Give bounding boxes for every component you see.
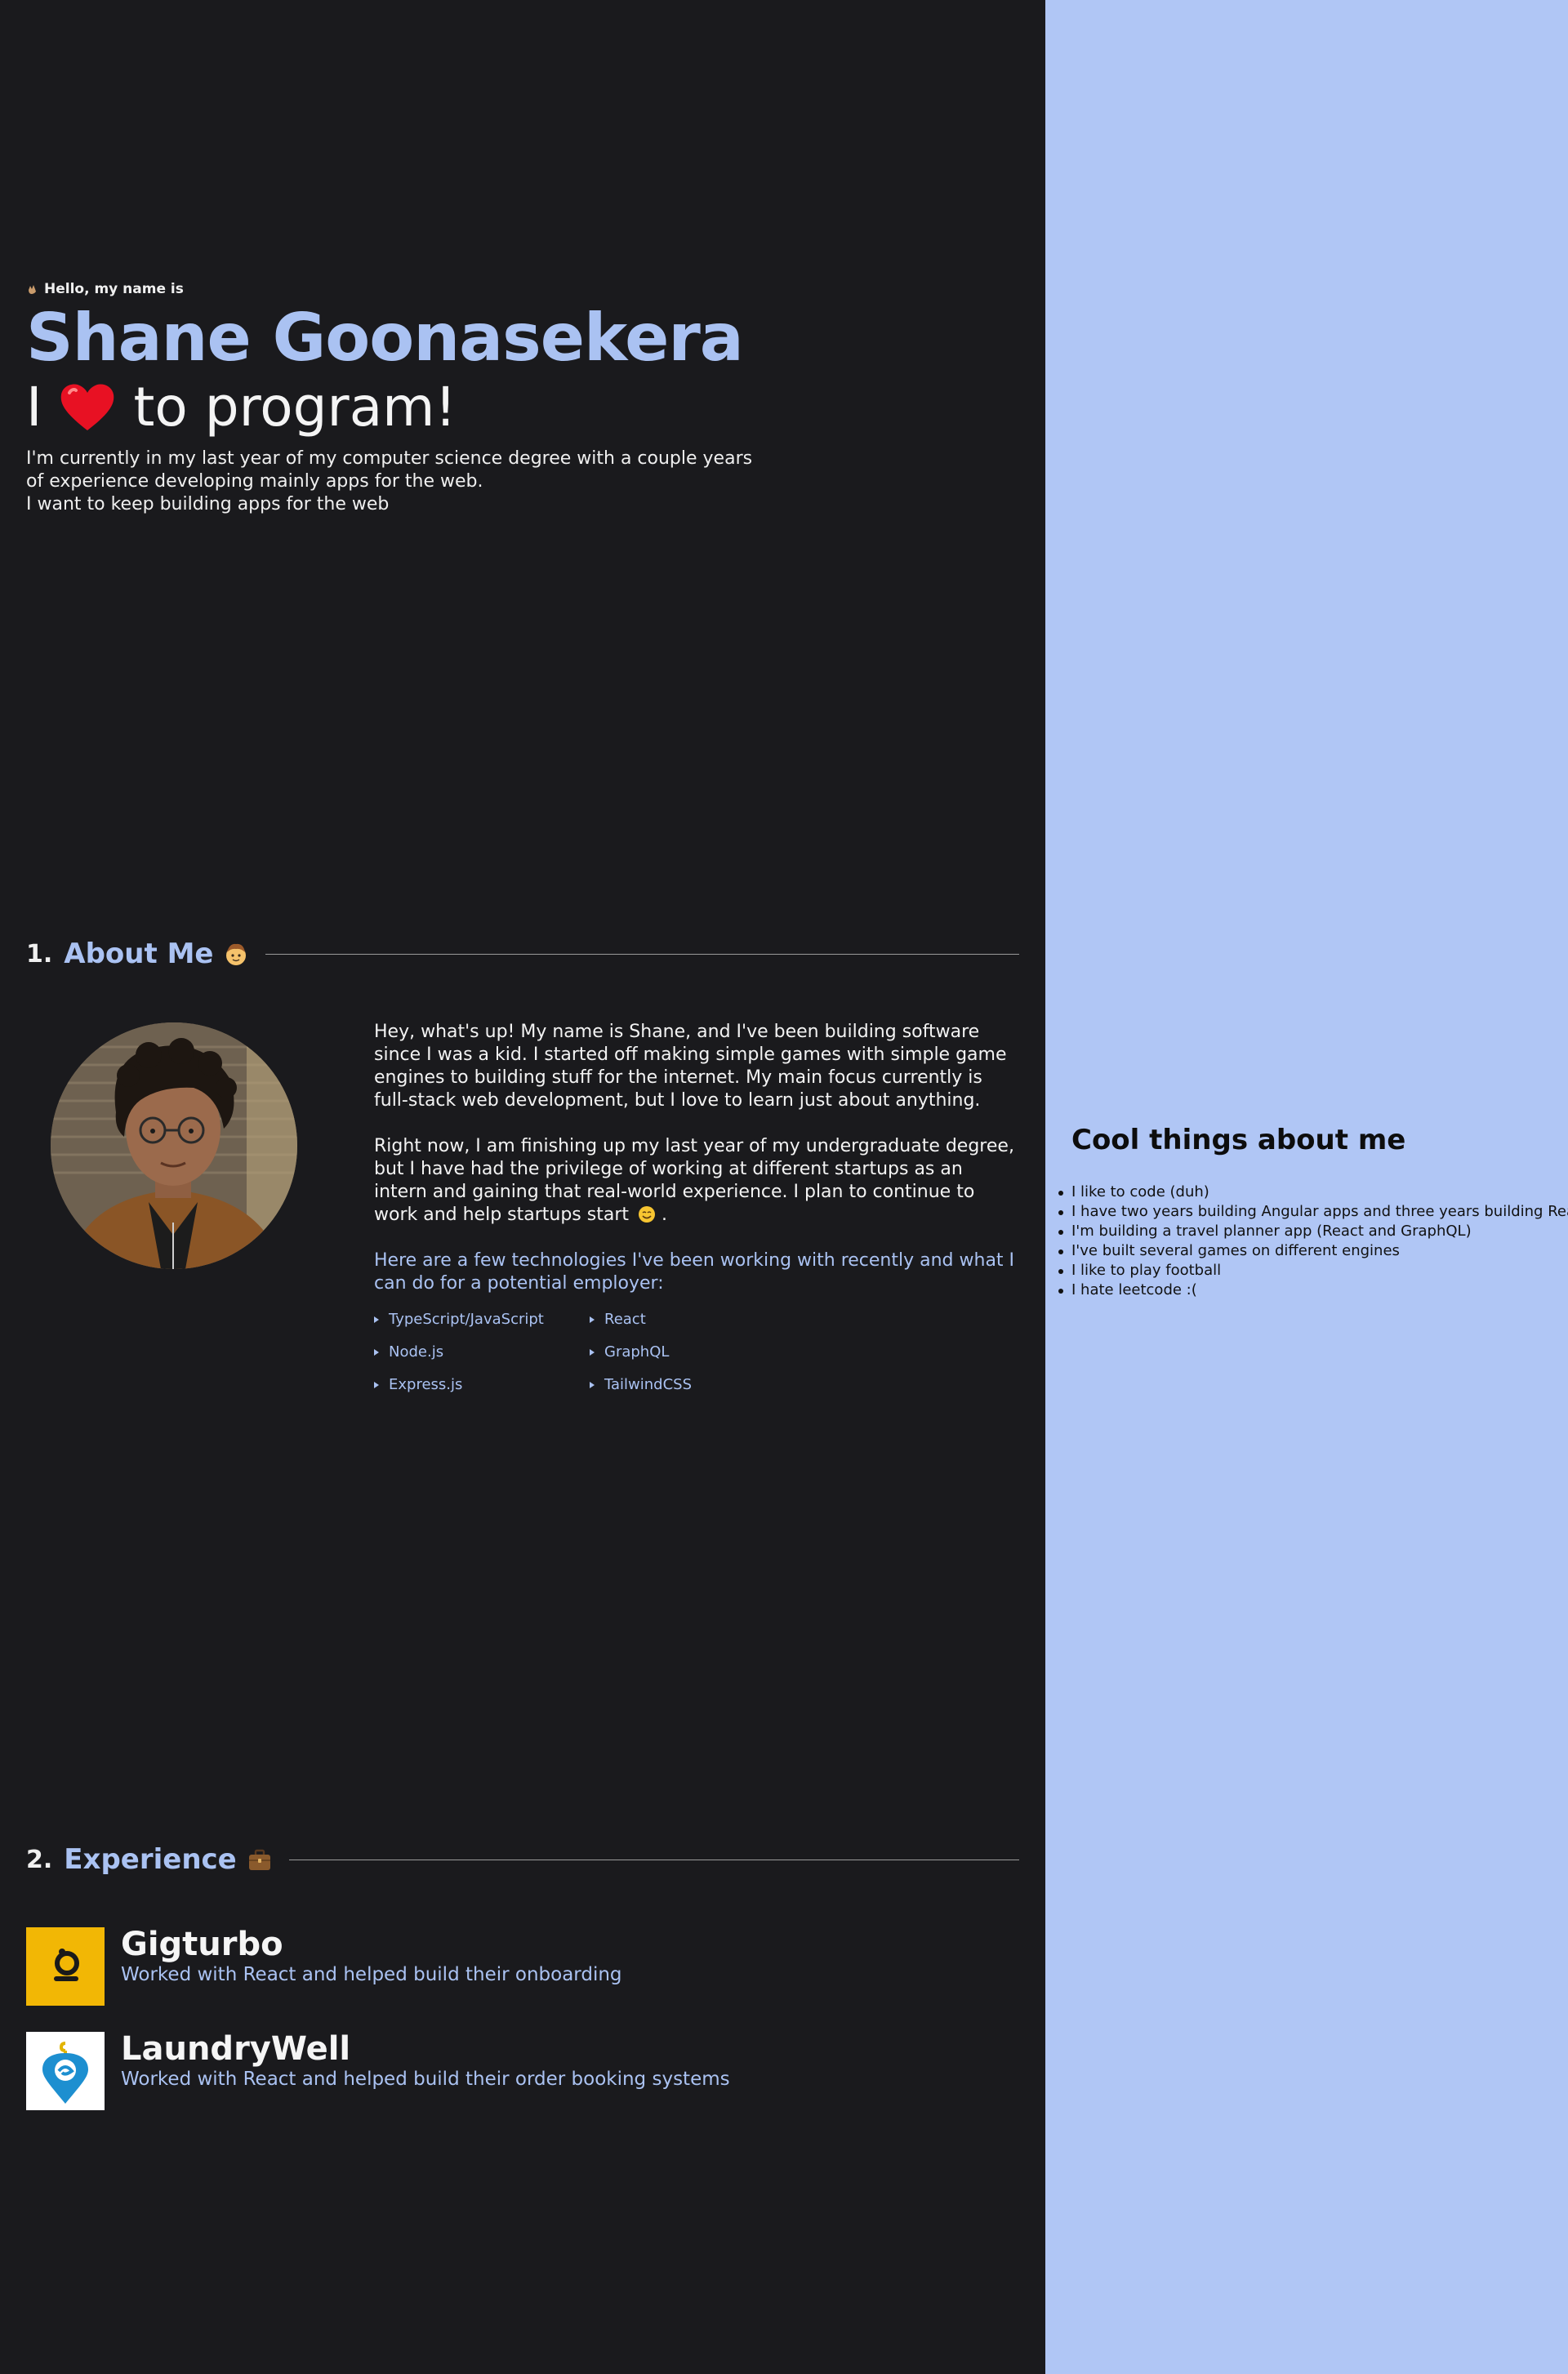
waving-hand-icon: [29, 285, 36, 294]
hero-section: Hello, my name is Shane Goonasekera I to…: [26, 281, 1006, 516]
sidebar-title: Cool things about me: [1071, 1124, 1406, 1156]
laundrywell-logo: [26, 2032, 105, 2110]
section-number: 2.: [26, 1845, 53, 1874]
triangle-bullet-icon: [590, 1316, 595, 1323]
tech-item: TypeScript/JavaScript: [374, 1310, 590, 1330]
about-paragraph-text: Right now, I am finishing up my last yea…: [374, 1136, 1014, 1225]
tech-label: React: [604, 1311, 646, 1328]
job-name: Gigturbo: [121, 1926, 283, 1963]
about-paragraph-2: Right now, I am finishing up my last yea…: [374, 1135, 1019, 1227]
job-info: LaundryWell Worked with React and helped…: [121, 2030, 730, 2091]
triangle-bullet-icon: [590, 1382, 595, 1388]
hero-intro: I'm currently in my last year of my comp…: [26, 448, 810, 516]
experience-header: 2. Experience: [26, 1843, 1019, 1876]
boy-face-icon: [226, 943, 247, 965]
portrait-image: [51, 1022, 297, 1269]
list-item: I hate leetcode :(: [1058, 1281, 1568, 1300]
tech-list: TypeScript/JavaScript React Node.js Grap…: [374, 1310, 1019, 1395]
smiling-face-icon: [639, 1206, 656, 1223]
about-header: 1. About Me: [26, 938, 1019, 970]
job-gigturbo: Gigturbo Worked with React and helped bu…: [26, 1926, 622, 2006]
greeting-text: Hello, my name is: [44, 281, 184, 297]
section-divider: [265, 953, 1019, 955]
tech-item: GraphQL: [590, 1343, 805, 1362]
sidebar: Cool things about me I like to code (duh…: [1045, 0, 1568, 2374]
hero-tagline: I to program!: [26, 376, 1006, 439]
section-title: About Me: [64, 938, 214, 970]
tech-label: Node.js: [389, 1343, 444, 1361]
job-description: Worked with React and helped build their…: [121, 1964, 622, 1985]
list-item: I've built several games on different en…: [1058, 1241, 1568, 1261]
triangle-bullet-icon: [374, 1316, 379, 1323]
about-text: Hey, what's up! My name is Shane, and I'…: [374, 1021, 1019, 1395]
job-info: Gigturbo Worked with React and helped bu…: [121, 1926, 622, 1986]
heart-icon: [61, 384, 114, 430]
list-item: I'm building a travel planner app (React…: [1058, 1222, 1568, 1241]
hero-name: Shane Goonasekera: [26, 300, 744, 376]
job-laundrywell: LaundryWell Worked with React and helped…: [26, 2030, 730, 2110]
job-name: LaundryWell: [121, 2030, 351, 2068]
intro-line: I'm currently in my last year of my comp…: [26, 448, 753, 469]
tech-label: TailwindCSS: [604, 1376, 693, 1393]
tech-item: React: [590, 1310, 805, 1330]
tech-item: Node.js: [374, 1343, 590, 1362]
cool-things-list: I like to code (duh) I have two years bu…: [1058, 1183, 1568, 1300]
list-item: I like to code (duh): [1058, 1183, 1568, 1202]
about-paragraph: Hey, what's up! My name is Shane, and I'…: [374, 1022, 1007, 1111]
tech-intro: Here are a few technologies I've been wo…: [374, 1250, 1015, 1294]
briefcase-icon: [248, 1849, 270, 1870]
intro-line: of experience developing mainly apps for…: [26, 471, 483, 492]
list-item: I have two years building Angular apps a…: [1058, 1202, 1568, 1222]
section-title: Experience: [64, 1843, 237, 1876]
profile-photo: [51, 1022, 297, 1269]
gigturbo-logo: [26, 1927, 105, 2006]
list-item: I like to play football: [1058, 1261, 1568, 1281]
job-description: Worked with React and helped build their…: [121, 2069, 730, 2090]
greeting: Hello, my name is: [26, 281, 1006, 297]
tech-label: GraphQL: [604, 1343, 670, 1361]
section-number: 1.: [26, 939, 53, 969]
tech-item: Express.js: [374, 1375, 590, 1395]
triangle-bullet-icon: [374, 1349, 379, 1356]
triangle-bullet-icon: [374, 1382, 379, 1388]
tech-label: TypeScript/JavaScript: [389, 1311, 544, 1328]
tech-item: TailwindCSS: [590, 1375, 805, 1395]
tagline-suffix: to program!: [133, 376, 457, 439]
main-content: Hello, my name is Shane Goonasekera I to…: [0, 0, 1045, 2374]
triangle-bullet-icon: [590, 1349, 595, 1356]
tagline-prefix: I: [26, 376, 42, 439]
about-paragraph-end: .: [662, 1205, 668, 1225]
intro-line: I want to keep building apps for the web: [26, 494, 390, 514]
tech-label: Express.js: [389, 1376, 463, 1393]
